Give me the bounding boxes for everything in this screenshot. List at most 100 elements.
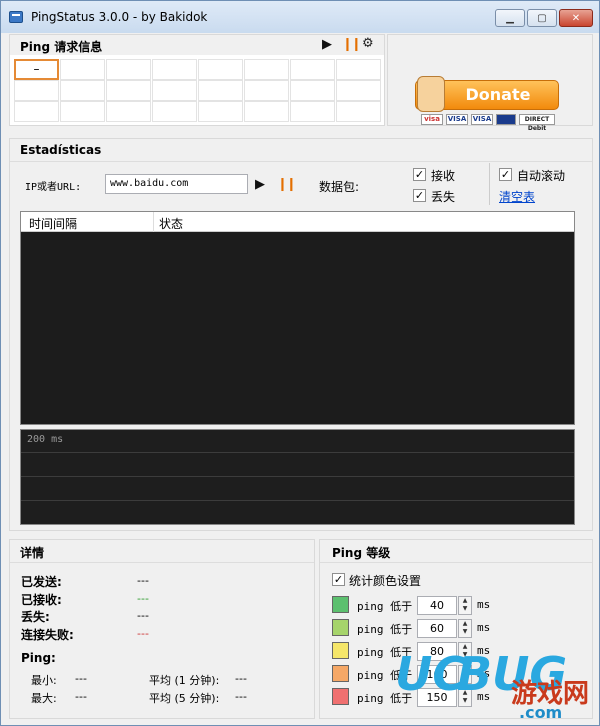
minimize-icon: ▁ <box>506 12 514 24</box>
lost-label: 丢失 <box>431 190 456 204</box>
min-label: 最小: <box>31 674 57 687</box>
ping-grid-cell <box>336 101 381 122</box>
failed-value: --- <box>137 627 149 640</box>
divider <box>320 562 592 563</box>
divider <box>10 562 314 563</box>
url-label: IP或者URL: <box>25 182 82 193</box>
statistics-title: Estadísticas <box>20 143 102 157</box>
graph-gridline <box>21 452 574 453</box>
maximize-button[interactable]: ▢ <box>527 9 557 27</box>
level-unit: ms <box>477 621 491 634</box>
max-label: 最大: <box>31 692 57 705</box>
pause-url-ping-icon[interactable]: ❙❙ <box>277 178 297 192</box>
url-input[interactable]: www.baidu.com <box>105 174 248 194</box>
ping-grid-cell <box>290 101 335 122</box>
level-color-swatch[interactable] <box>332 619 349 636</box>
watermark-uc: UC <box>395 647 467 701</box>
divider <box>10 161 592 162</box>
spin-up-icon[interactable]: ▲ <box>459 597 471 605</box>
level-spinner[interactable]: ▲ ▼ <box>458 619 472 638</box>
avg1-label: 平均 (1 分钟): <box>149 674 220 687</box>
column-header-status[interactable]: 状态 <box>159 215 183 232</box>
received-label: 已接收: <box>21 593 62 607</box>
lost-value: --- <box>137 609 149 622</box>
card-logo: VISA <box>446 114 468 125</box>
clear-table-link[interactable]: 清空表 <box>499 188 535 205</box>
level-spinner[interactable]: ▲ ▼ <box>458 596 472 615</box>
level-color-swatch[interactable] <box>332 596 349 613</box>
thumbs-up-icon <box>417 76 445 112</box>
ping-grid-cell <box>60 101 105 122</box>
ping-grid-cell <box>290 59 335 80</box>
pause-ping-icon[interactable]: ❙❙ <box>342 38 362 52</box>
ping-grid-cell <box>106 80 151 101</box>
level-threshold-input[interactable]: 40 <box>417 596 457 615</box>
avg5-value: --- <box>235 690 247 703</box>
ping-info-panel: Ping 请求信息 ▶ ❙❙ ⚙ – <box>9 34 385 126</box>
minimize-button[interactable]: ▁ <box>495 9 525 27</box>
card-logo: visa <box>421 114 443 125</box>
failed-label: 连接失败: <box>21 628 74 642</box>
maximize-icon: ▢ <box>537 12 547 24</box>
graph-gridline <box>21 476 574 477</box>
received-value: --- <box>137 592 149 605</box>
level-color-swatch[interactable] <box>332 642 349 659</box>
ping-grid-cell <box>106 101 151 122</box>
avg1-value: --- <box>235 672 247 685</box>
ping-grid: – <box>10 55 384 125</box>
start-ping-icon[interactable]: ▶ <box>322 38 332 52</box>
graph-gridline <box>21 500 574 501</box>
start-url-ping-icon[interactable]: ▶ <box>255 178 265 192</box>
level-label: ping 低于 <box>357 623 413 636</box>
ping-grid-cell <box>244 80 289 101</box>
level-label: ping 低于 <box>357 600 413 613</box>
spin-up-icon[interactable]: ▲ <box>459 620 471 628</box>
receive-checkbox[interactable]: ✓ <box>413 168 426 181</box>
level-color-swatch[interactable] <box>332 665 349 682</box>
details-title: 详情 <box>20 546 45 560</box>
close-button[interactable]: ✕ <box>559 9 593 27</box>
column-header-interval[interactable]: 时间间隔 <box>29 215 77 232</box>
packets-label: 数据包: <box>319 180 360 194</box>
app-window: PingStatus 3.0.0 - by Bakidok ▁ ▢ ✕ Ping… <box>0 0 600 726</box>
card-logo: DIRECT Debit <box>519 114 555 132</box>
log-table[interactable]: 时间间隔 状态 <box>20 211 575 425</box>
level-color-swatch[interactable] <box>332 688 349 705</box>
color-setting-checkbox[interactable]: ✓ <box>332 573 345 586</box>
ping-grid-cell <box>244 59 289 80</box>
sent-label: 已发送: <box>21 575 62 589</box>
ping-grid-cell <box>152 59 197 80</box>
spin-down-icon[interactable]: ▼ <box>459 605 471 613</box>
ping-grid-cell <box>336 80 381 101</box>
receive-label: 接收 <box>431 169 456 183</box>
window-title: PingStatus 3.0.0 - by Bakidok <box>31 10 208 24</box>
lost-checkbox[interactable]: ✓ <box>413 189 426 202</box>
ping-grid-cell <box>198 101 243 122</box>
donate-label: Donate <box>465 85 531 104</box>
level-threshold-input[interactable]: 60 <box>417 619 457 638</box>
column-separator[interactable] <box>153 212 154 232</box>
ping-grid-cell <box>290 80 335 101</box>
avg5-label: 平均 (5 分钟): <box>149 692 220 705</box>
autoscroll-label: 自动滚动 <box>517 169 566 183</box>
ping-graph: 200 ms <box>20 429 575 525</box>
site-watermark: UC BUG 游戏网 .com <box>391 643 599 725</box>
ping-grid-cell <box>14 80 59 101</box>
ping-grid-cell <box>244 101 289 122</box>
ping-grid-cell <box>198 59 243 80</box>
lost-stat-label: 丢失: <box>21 610 50 624</box>
ping-grid-cell <box>60 59 105 80</box>
ping-grid-cell <box>336 59 381 80</box>
settings-gear-icon[interactable]: ⚙ <box>362 37 374 51</box>
level-unit: ms <box>477 598 491 611</box>
ping-label: Ping: <box>21 651 56 665</box>
autoscroll-checkbox[interactable]: ✓ <box>499 168 512 181</box>
table-header: 时间间隔 状态 <box>21 212 574 232</box>
ping-grid-cell-selected[interactable]: – <box>14 59 59 80</box>
ping-grid-cell <box>152 101 197 122</box>
watermark-domain: .com <box>519 703 563 722</box>
sent-value: --- <box>137 574 149 587</box>
amex-card-logo <box>496 114 516 125</box>
spin-down-icon[interactable]: ▼ <box>459 628 471 636</box>
ping-grid-cell <box>152 80 197 101</box>
